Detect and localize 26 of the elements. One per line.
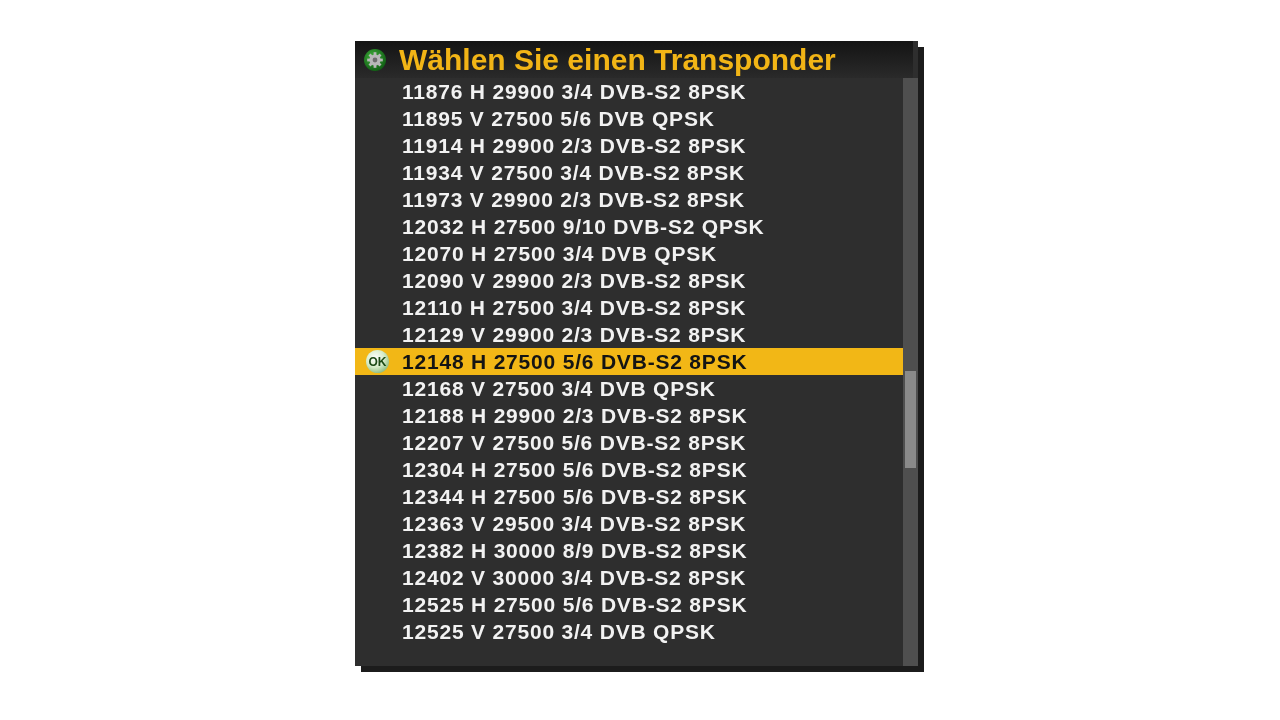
transponder-item[interactable]: OK 12148 H 27500 5/6 DVB-S2 8PSK <box>355 348 903 375</box>
transponder-item[interactable]: 12090 V 29900 2/3 DVB-S2 8PSK <box>355 267 903 294</box>
scrollbar-track[interactable] <box>903 78 918 666</box>
transponder-item[interactable]: 12168 V 27500 3/4 DVB QPSK <box>355 375 903 402</box>
transponder-item[interactable]: 12344 H 27500 5/6 DVB-S2 8PSK <box>355 483 903 510</box>
transponder-item[interactable]: 12110 H 27500 3/4 DVB-S2 8PSK <box>355 294 903 321</box>
scrollbar-thumb[interactable] <box>905 371 916 468</box>
transponder-item[interactable]: 12129 V 29900 2/3 DVB-S2 8PSK <box>355 321 903 348</box>
transponder-item[interactable]: 12382 H 30000 8/9 DVB-S2 8PSK <box>355 537 903 564</box>
transponder-item[interactable]: 12402 V 30000 3/4 DVB-S2 8PSK <box>355 564 903 591</box>
transponder-item[interactable]: 12525 V 27500 3/4 DVB QPSK <box>355 618 903 645</box>
transponder-item[interactable]: 12188 H 29900 2/3 DVB-S2 8PSK <box>355 402 903 429</box>
transponder-item[interactable]: 11895 V 27500 5/6 DVB QPSK <box>355 105 903 132</box>
transponder-item[interactable]: 12363 V 29500 3/4 DVB-S2 8PSK <box>355 510 903 537</box>
transponder-item[interactable]: 12207 V 27500 5/6 DVB-S2 8PSK <box>355 429 903 456</box>
dialog-title: Wählen Sie einen Transponder <box>399 41 836 78</box>
transponder-item[interactable]: 12304 H 27500 5/6 DVB-S2 8PSK <box>355 456 903 483</box>
transponder-item[interactable]: 12525 H 27500 5/6 DVB-S2 8PSK <box>355 591 903 618</box>
transponder-item[interactable]: 12070 H 27500 3/4 DVB QPSK <box>355 240 903 267</box>
transponder-item[interactable]: 12032 H 27500 9/10 DVB-S2 QPSK <box>355 213 903 240</box>
transponder-item[interactable]: 11876 H 29900 3/4 DVB-S2 8PSK <box>355 78 903 105</box>
transponder-item[interactable]: 11934 V 27500 3/4 DVB-S2 8PSK <box>355 159 903 186</box>
transponder-item[interactable]: 11973 V 29900 2/3 DVB-S2 8PSK <box>355 186 903 213</box>
ok-marker: OK <box>366 350 389 373</box>
gear-icon <box>364 48 386 71</box>
transponder-item[interactable]: 11914 H 29900 2/3 DVB-S2 8PSK <box>355 132 903 159</box>
